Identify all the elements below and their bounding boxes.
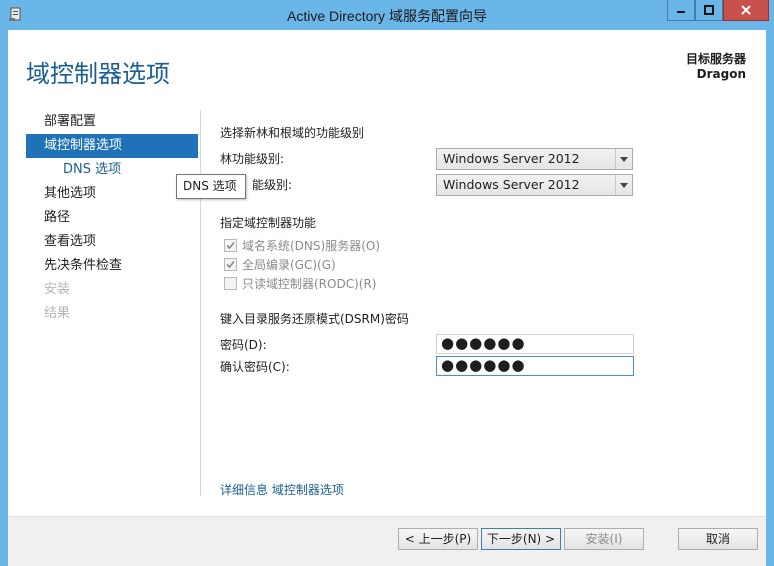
nav-item-prerequisites-check[interactable]: 先决条件检查 [26, 254, 198, 278]
global-catalog-checkbox [224, 257, 237, 271]
install-button[interactable]: 安装(I) [564, 528, 644, 550]
dc-capabilities-heading: 指定域控制器功能 [220, 216, 317, 230]
title-bar: Active Directory 域服务配置向导 [0, 0, 774, 30]
forest-level-label: 林功能级别: [220, 152, 285, 166]
previous-button[interactable]: < 上一步(P) [398, 528, 478, 550]
nav-item-results: 结果 [44, 306, 71, 321]
nav-item-paths[interactable]: 路径 [26, 206, 198, 230]
password-label: 密码(D): [220, 338, 267, 352]
dns-server-label: 域名系统(DNS)服务器(O) [242, 238, 381, 253]
domain-level-dropdown[interactable]: Windows Server 2012 [436, 174, 633, 196]
checkmark-icon [226, 260, 235, 268]
rodc-checkbox [224, 276, 237, 290]
cancel-button[interactable]: 取消 [678, 528, 758, 550]
minimize-icon [677, 11, 685, 13]
nav-item-review-options[interactable]: 查看选项 [26, 230, 198, 254]
chevron-down-icon [615, 149, 632, 169]
nav-item-installation: 安装 [44, 282, 71, 297]
domain-level-value: Windows Server 2012 [443, 177, 580, 192]
close-icon [741, 5, 751, 15]
forest-level-dropdown[interactable]: Windows Server 2012 [436, 148, 633, 170]
password-field[interactable]: ●●●●●● [436, 334, 634, 354]
rodc-checkbox-row: 只读域控制器(RODC)(R) [224, 274, 376, 292]
wizard-client-area: 域控制器选项 目标服务器 Dragon 部署配置 域控制器选项 DNS 选项 其… [8, 30, 766, 566]
maximize-icon [704, 5, 714, 15]
more-info-link[interactable]: 详细信息 域控制器选项 [220, 481, 344, 498]
global-catalog-label: 全局编录(GC)(G) [242, 257, 336, 272]
rodc-label: 只读域控制器(RODC)(R) [242, 276, 377, 291]
wizard-nav: 部署配置 域控制器选项 DNS 选项 其他选项 路径 查看选项 先决条件检查 安… [26, 110, 198, 326]
confirm-password-label: 确认密码(C): [220, 360, 290, 374]
nav-item-dc-options[interactable]: 域控制器选项 [26, 134, 198, 158]
close-button[interactable] [723, 0, 769, 21]
page-title: 域控制器选项 [26, 60, 170, 88]
dns-server-checkbox [224, 238, 237, 252]
nav-item-dns-options[interactable]: DNS 选项 [26, 158, 198, 182]
checkmark-icon [226, 241, 235, 249]
nav-item-additional-options[interactable]: 其他选项 [26, 182, 198, 206]
nav-item-deployment-config[interactable]: 部署配置 [26, 110, 198, 134]
confirm-password-field[interactable]: ●●●●●● [436, 356, 634, 376]
dns-options-tooltip: DNS 选项 [176, 174, 246, 199]
target-server: 目标服务器 Dragon [686, 52, 746, 82]
minimize-button[interactable] [667, 0, 695, 21]
functional-level-heading: 选择新林和根域的功能级别 [220, 126, 365, 140]
target-server-label: 目标服务器 [685, 52, 746, 66]
domain-level-label: 能级别: [252, 178, 293, 192]
next-button[interactable]: 下一步(N) > [481, 528, 561, 550]
forest-level-value: Windows Server 2012 [443, 151, 580, 166]
dns-server-checkbox-row: 域名系统(DNS)服务器(O) [224, 236, 380, 254]
nav-divider [200, 110, 201, 496]
global-catalog-checkbox-row: 全局编录(GC)(G) [224, 255, 336, 273]
target-server-name: Dragon [696, 67, 746, 81]
maximize-button[interactable] [695, 0, 723, 21]
chevron-down-icon [615, 175, 632, 195]
wizard-footer: < 上一步(P) 下一步(N) > 安装(I) 取消 [8, 516, 766, 566]
dsrm-heading: 键入目录服务还原模式(DSRM)密码 [220, 312, 409, 326]
window-title: Active Directory 域服务配置向导 [287, 8, 487, 24]
